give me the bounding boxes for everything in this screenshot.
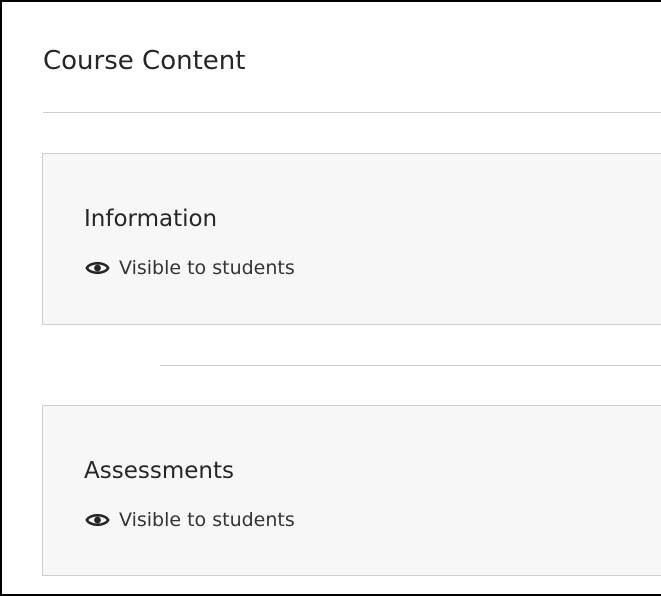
content-item-information[interactable]: Information Visible to students xyxy=(42,153,661,325)
content-item-title[interactable]: Information xyxy=(84,203,217,235)
visibility-toggle[interactable]: Visible to students xyxy=(85,505,295,535)
section-divider xyxy=(160,365,661,366)
title-divider xyxy=(43,112,661,113)
page-title: Course Content xyxy=(43,46,246,76)
content-item-assessments[interactable]: Assessments Visible to students xyxy=(42,405,661,576)
eye-icon xyxy=(85,511,110,529)
content-item-title[interactable]: Assessments xyxy=(84,455,234,487)
visibility-label: Visible to students xyxy=(119,509,295,531)
eye-icon xyxy=(85,259,110,277)
course-content-panel: Course Content Information Visible to st… xyxy=(0,0,661,596)
visibility-label: Visible to students xyxy=(119,257,295,279)
visibility-toggle[interactable]: Visible to students xyxy=(85,253,295,283)
